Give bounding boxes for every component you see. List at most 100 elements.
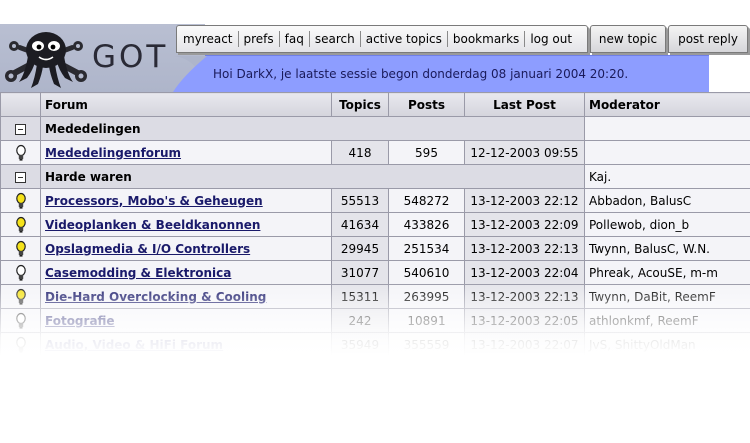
forum-name-cell: Videoplanken & Beeldkanonnen [40,212,332,237]
lightbulb-on-icon [15,216,26,233]
lightbulb-on-icon [15,192,26,209]
nav-myreact[interactable]: myreact [183,32,233,46]
posts-count: 355559 [388,332,465,357]
nav-search[interactable]: search [315,32,355,46]
posts-count: 10891 [388,308,465,333]
category-name: Mededelingen [40,116,585,141]
collapse-toggle[interactable] [0,164,41,189]
header: GOT Hoi DarkX, je laatste sessie begon d… [0,0,750,92]
new-topic-button[interactable]: new topic [590,25,666,53]
forum-name-cell: Casemodding & Elektronica [40,260,332,285]
forum-moderators: JvS, ShittyOldMan [584,332,750,357]
nav-separator [308,31,310,47]
forum-row: Die-Hard Overclocking & Cooling 15311 26… [0,284,750,309]
nav-prefs[interactable]: prefs [244,32,274,46]
posts-count: 540610 [388,260,465,285]
last-post-date: 13-12-2003 22:05 [464,308,585,333]
nav-log-out[interactable]: log out [530,32,572,46]
last-post-column-header: Last Post [464,92,585,117]
forum-moderators: athlonkmf, ReemF [584,308,750,333]
icon-column-header [0,92,41,117]
forum-status [0,260,41,285]
forum-status [0,284,41,309]
forum-moderators: Abbadon, BalusC [584,188,750,213]
category-row-mededelingen: Mededelingen [0,116,750,141]
nav-separator [278,31,280,47]
lightbulb-off-icon [15,312,26,329]
forum-moderators [584,140,750,165]
topics-count: 31077 [331,260,389,285]
last-post-date: 13-12-2003 22:13 [464,284,585,309]
forum-link[interactable]: Mededelingenforum [45,146,181,160]
forum-row: Mededelingenforum 418 595 12-12-2003 09:… [0,140,750,165]
greeting-text: Hoi DarkX, je laatste sessie begon donde… [213,67,629,81]
last-post-date: 13-12-2003 22:04 [464,260,585,285]
forum-name-cell: Die-Hard Overclocking & Cooling [40,284,332,309]
forum-moderators: Phreak, AcouSE, m-m [584,260,750,285]
forum-name-cell: Audio, Video & HiFi Forum [40,332,332,357]
forum-link[interactable]: Opslagmedia & I/O Controllers [45,242,250,256]
topics-count: 55513 [331,188,389,213]
topics-count: 29945 [331,236,389,261]
forum-link[interactable]: Die-Hard Overclocking & Cooling [45,290,266,304]
octopus-wrench-icon [5,32,87,88]
forum-status [0,236,41,261]
posts-count: 548272 [388,188,465,213]
topics-count: 35949 [331,332,389,357]
posts-column-header: Posts [388,92,465,117]
main-nav: myreact prefs faq search active topics b… [176,25,588,53]
topics-count: 242 [331,308,389,333]
forum-name-cell: Processors, Mobo's & Geheugen [40,188,332,213]
forum-status [0,188,41,213]
forum-status [0,332,41,357]
lightbulb-on-icon [15,240,26,257]
forum-name-cell: Mededelingenforum [40,140,332,165]
forum-row: Audio, Video & HiFi Forum 35949 355559 1… [0,332,750,357]
lightbulb-on-icon [15,288,26,305]
forum-link[interactable]: Casemodding & Elektronica [45,266,231,280]
minus-box-icon[interactable] [15,123,26,135]
forum-row: Videoplanken & Beeldkanonnen 41634 43382… [0,212,750,237]
forum-moderators: Twynn, BalusC, W.N. [584,236,750,261]
posts-count: 595 [388,140,465,165]
category-row-harde-waren: Harde waren Kaj. [0,164,750,189]
nav-separator [524,31,526,47]
forum-row: Fotografie 242 10891 13-12-2003 22:05 at… [0,308,750,333]
nav-separator [359,31,361,47]
forum-row: Casemodding & Elektronica 31077 540610 1… [0,260,750,285]
greeting-bar: Hoi DarkX, je laatste sessie begon donde… [173,55,709,92]
minus-box-icon[interactable] [15,171,26,183]
forum-link[interactable]: Fotografie [45,314,115,328]
category-moderator: Kaj. [584,164,750,189]
nav-active-topics[interactable]: active topics [366,32,442,46]
post-reply-label[interactable]: post reply [678,32,738,46]
forum-link[interactable]: Videoplanken & Beeldkanonnen [45,218,260,232]
posts-count: 433826 [388,212,465,237]
logo-text: GOT [92,39,169,75]
nav-faq[interactable]: faq [285,32,304,46]
topics-column-header: Topics [331,92,389,117]
lightbulb-off-icon [15,264,26,281]
topics-count: 418 [331,140,389,165]
nav-bookmarks[interactable]: bookmarks [453,32,519,46]
post-reply-button[interactable]: post reply [668,25,748,53]
last-post-date: 13-12-2003 22:12 [464,188,585,213]
forum-link[interactable]: Audio, Video & HiFi Forum [45,338,223,352]
topics-count: 15311 [331,284,389,309]
forum-moderators: Pollewob, dion_b [584,212,750,237]
table-header-row: Forum Topics Posts Last Post Moderator [0,92,750,117]
collapse-toggle[interactable] [0,116,41,141]
lightbulb-off-icon [15,144,26,161]
forum-table: Forum Topics Posts Last Post Moderator M… [0,92,750,357]
forum-link[interactable]: Processors, Mobo's & Geheugen [45,194,263,208]
forum-row: Opslagmedia & I/O Controllers 29945 2515… [0,236,750,261]
category-moderator [584,116,750,141]
forum-row: Processors, Mobo's & Geheugen 55513 5482… [0,188,750,213]
posts-count: 251534 [388,236,465,261]
new-topic-label[interactable]: new topic [599,32,657,46]
moderator-column-header: Moderator [584,92,750,117]
last-post-date: 13-12-2003 22:13 [464,236,585,261]
forum-name-cell: Opslagmedia & I/O Controllers [40,236,332,261]
last-post-date: 13-12-2003 22:07 [464,332,585,357]
nav-separator [446,31,448,47]
